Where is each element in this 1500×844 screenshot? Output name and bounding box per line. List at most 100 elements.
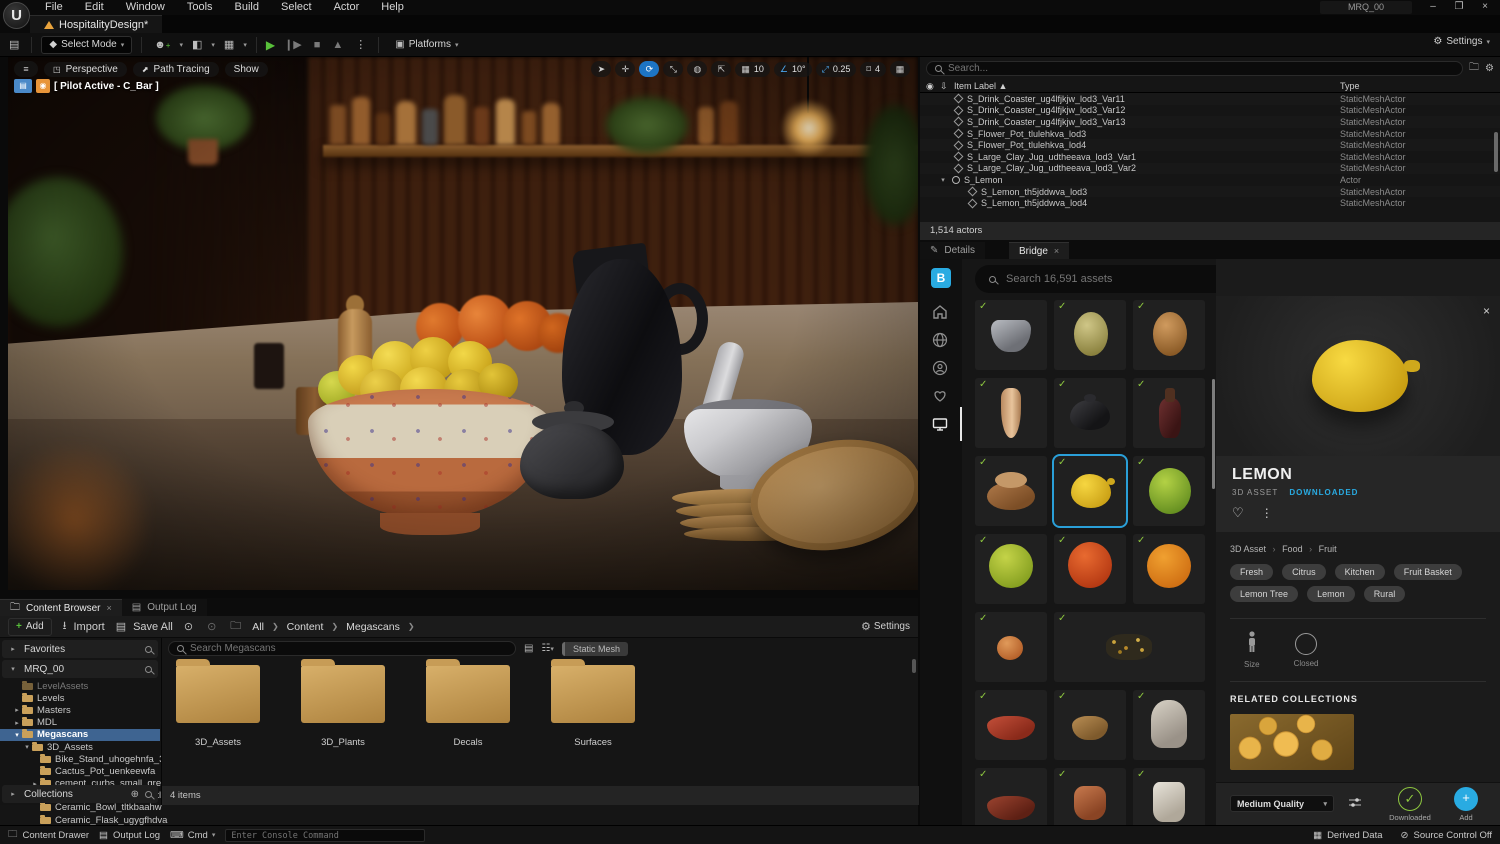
asset-tile-dark-red-bowl[interactable]: ✓ (975, 768, 1047, 825)
save-search-icon[interactable]: ▤ (524, 643, 533, 654)
asset-tile-green-melon[interactable]: ✓ (1054, 300, 1126, 370)
bridge-grid-scrollbar[interactable] (1212, 379, 1215, 489)
outliner-row[interactable]: S_Large_Clay_Jug_udtheeava_lod3_Var1Stat… (920, 151, 1500, 163)
cinematics-icon[interactable]: ▦ (221, 38, 237, 51)
home-icon[interactable] (931, 303, 951, 323)
toolbar-settings-dropdown[interactable]: ⚙ Settings ▾ (1433, 36, 1490, 47)
console-command-field[interactable] (225, 829, 425, 842)
tag-rural[interactable]: Rural (1364, 586, 1406, 602)
asset-tile-brown-melon[interactable]: ✓ (1133, 300, 1205, 370)
folder-decals[interactable]: Decals (426, 665, 510, 748)
search-icon[interactable] (145, 791, 152, 798)
maximize-button[interactable]: ❐ (1448, 0, 1470, 14)
filter-pill-static-mesh[interactable]: Static Mesh (562, 642, 628, 656)
pilot-camera-icon[interactable]: ▤ (14, 79, 32, 93)
more-options-kebab-icon[interactable]: ⋮ (1261, 506, 1273, 520)
asset-search-input[interactable] (190, 643, 507, 654)
quality-dropdown[interactable]: Medium Quality ▾ (1230, 795, 1334, 812)
menu-file[interactable]: File (34, 0, 74, 15)
tag-fruit-basket[interactable]: Fruit Basket (1394, 564, 1462, 580)
world-space-icon[interactable]: ◍ (687, 61, 707, 77)
tab-details[interactable]: ✎ Details (920, 242, 985, 259)
menu-actor[interactable]: Actor (323, 0, 371, 15)
angle-snap-control[interactable]: ∠10° (774, 62, 812, 77)
outliner-row-s-lemon[interactable]: ▾S_LemonActor (920, 174, 1500, 186)
import-button[interactable]: ⭳Import (60, 617, 105, 636)
tree-item-3d-assets[interactable]: ▾3D_Assets (0, 741, 160, 753)
search-icon[interactable] (145, 666, 152, 673)
asset-tile-green-apple[interactable]: ✓ (975, 534, 1047, 604)
grid-snap-control[interactable]: ▦10 (735, 62, 770, 77)
tab-content-browser[interactable]: 🗀 Content Browser × (0, 599, 122, 616)
close-icon[interactable]: × (106, 603, 111, 613)
close-button[interactable]: × (1474, 0, 1496, 14)
asset-tile-stone-mortar[interactable]: ✓ (975, 300, 1047, 370)
project-root-section[interactable]: ▾MRQ_00 (2, 660, 158, 678)
output-log-button[interactable]: ▤ Output Log (99, 830, 160, 841)
play-button[interactable]: ▶ (266, 38, 275, 52)
outliner-row[interactable]: S_Drink_Coaster_ug4lfjkjw_lod3_Var13Stat… (920, 116, 1500, 128)
skip-button[interactable]: ❙▶ (281, 38, 305, 51)
add-button[interactable]: + (1454, 787, 1478, 811)
eject-button[interactable]: ▲ (329, 39, 346, 51)
menu-window[interactable]: Window (115, 0, 176, 15)
folder-3d-plants[interactable]: 3D_Plants (301, 665, 385, 748)
outliner-search-input[interactable] (948, 63, 1454, 74)
eye-icon[interactable]: ◉ (926, 81, 940, 92)
camera-speed-control[interactable]: ⌑4 (860, 62, 886, 77)
viewport-layout-icon[interactable]: ▦ (890, 61, 910, 77)
platforms-dropdown[interactable]: ▣ Platforms ▾ (388, 36, 465, 54)
breadcrumb-all[interactable]: All (252, 621, 264, 633)
asset-tile-blood-orange[interactable]: ✓ (1054, 534, 1126, 604)
menu-edit[interactable]: Edit (74, 0, 115, 15)
close-icon[interactable]: × (1054, 246, 1059, 256)
save-icon[interactable]: ▤ (6, 38, 22, 51)
tree-item-megascans-selected[interactable]: ▾Megascans (0, 729, 160, 741)
tag-citrus[interactable]: Citrus (1282, 564, 1326, 580)
asset-tile-clay-pot-lid[interactable]: ✓ (975, 456, 1047, 526)
play-options-kebab-icon[interactable]: ⋮ (352, 38, 369, 51)
tree-item-levels[interactable]: Levels (0, 692, 160, 704)
asset-search[interactable] (168, 641, 516, 656)
outliner-settings-icon[interactable]: ⚙ (1485, 63, 1494, 74)
add-content-button[interactable]: +Add (8, 618, 52, 636)
tab-hospitalitydesign[interactable]: HospitalityDesign* (30, 15, 162, 33)
favorites-section[interactable]: ▸Favorites (2, 640, 158, 658)
asset-tile-lemon-selected[interactable]: ✓ (1054, 456, 1126, 526)
menu-help[interactable]: Help (370, 0, 415, 15)
local-assets-icon[interactable] (931, 415, 951, 435)
tab-output-log[interactable]: ▤ Output Log (122, 599, 207, 616)
show-dropdown[interactable]: Show (225, 62, 268, 77)
outliner-row[interactable]: S_Flower_Pot_tlulehkva_lod3StaticMeshAct… (920, 128, 1500, 140)
asset-tile-apricot[interactable]: ✓ (975, 612, 1047, 682)
menu-select[interactable]: Select (270, 0, 323, 15)
column-item-label[interactable]: Item Label ▲ (954, 81, 1007, 91)
tag-kitchen[interactable]: Kitchen (1335, 564, 1385, 580)
console-input[interactable] (231, 831, 419, 841)
select-mode-dropdown[interactable]: ◆ Select Mode ▾ (41, 36, 132, 54)
outliner-row[interactable]: S_Flower_Pot_tlulehkva_lod4StaticMeshAct… (920, 139, 1500, 151)
asset-tile-wooden-bowl[interactable]: ✓ (1054, 690, 1126, 760)
scale-tool-icon[interactable]: ⤡ (663, 61, 683, 77)
menu-tools[interactable]: Tools (176, 0, 224, 15)
tree-item-bike-stand[interactable]: Bike_Stand_uhogehnfa_3d (0, 753, 160, 765)
downloaded-button[interactable]: ✓ (1398, 787, 1422, 811)
outliner-row[interactable]: S_Drink_Coaster_ug4lfjkjw_lod3_Var11Stat… (920, 93, 1500, 105)
tag-fresh[interactable]: Fresh (1230, 564, 1273, 580)
asset-tile-black-pot[interactable]: ✓ (1054, 378, 1126, 448)
rotate-tool-icon[interactable]: ⟳ (639, 61, 659, 77)
breadcrumb-fruit[interactable]: Fruit (1319, 544, 1337, 554)
filter-icon[interactable]: ☷▾ (541, 643, 553, 654)
perspective-dropdown[interactable]: ◳Perspective (44, 62, 127, 77)
asset-tile-dried-flowers[interactable]: ✓ (1054, 612, 1205, 682)
breadcrumb-food[interactable]: Food (1282, 544, 1303, 554)
breadcrumb-megascans[interactable]: Megascans (346, 621, 400, 633)
favorites-heart-icon[interactable] (931, 387, 951, 407)
globe-icon[interactable] (931, 331, 951, 351)
folder-surfaces[interactable]: Surfaces (551, 665, 635, 748)
stop-button[interactable]: ■ (311, 39, 324, 51)
breadcrumb-3d-asset[interactable]: 3D Asset (1230, 544, 1266, 554)
add-collection-icon[interactable]: ⊕ (131, 789, 139, 800)
folder-3d-assets[interactable]: 3D_Assets (176, 665, 260, 748)
pilot-eject-icon[interactable]: ◉ (36, 79, 50, 93)
